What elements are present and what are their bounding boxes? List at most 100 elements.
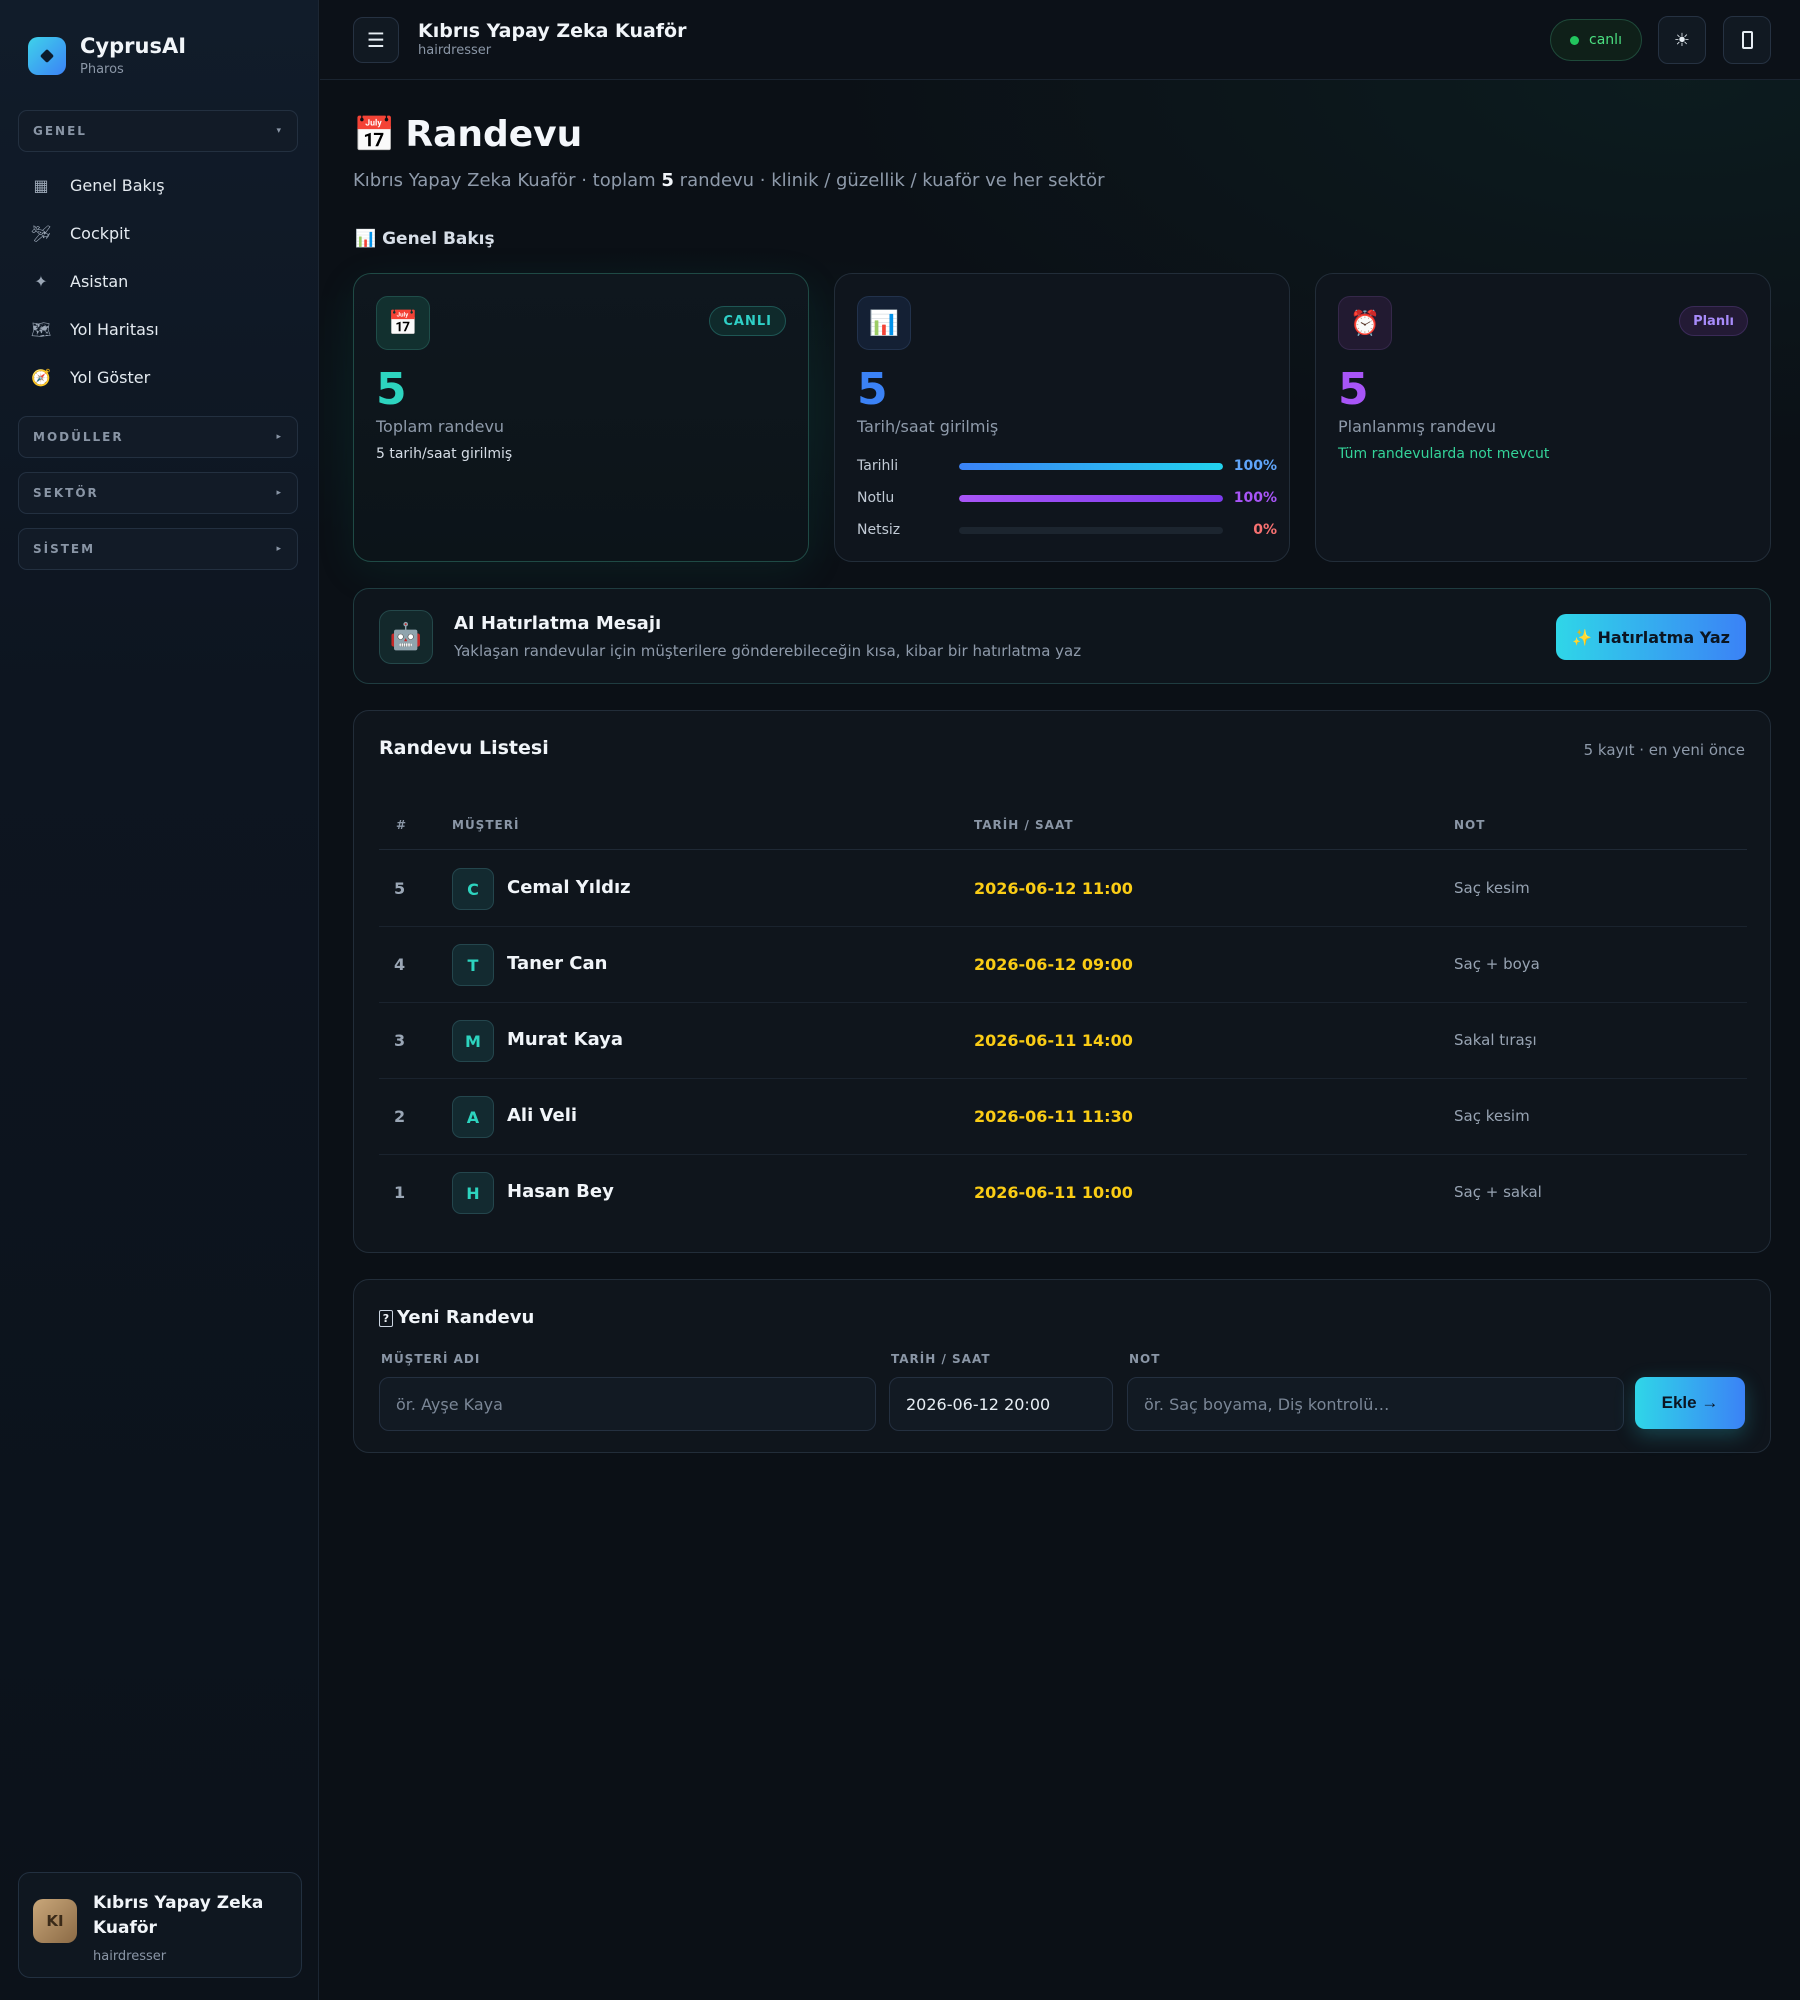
sidebar-item-genel-bakis[interactable]: ▦ Genel Bakış xyxy=(30,161,300,209)
live-status-badge: canlı xyxy=(1550,19,1642,61)
compass-icon: 🧭 xyxy=(31,367,51,387)
note-input[interactable] xyxy=(1127,1377,1624,1431)
customer-name-label: MÜŞTERİ ADI xyxy=(381,1352,481,1366)
table-row[interactable]: 3 M Murat Kaya 2026-06-11 14:00 Sakal tı… xyxy=(379,1003,1747,1079)
table-row[interactable]: 5 C Cemal Yıldız 2026-06-12 11:00 Saç ke… xyxy=(379,851,1747,927)
customer-name: Ali Veli xyxy=(507,1105,578,1126)
grid-icon: ▦ xyxy=(33,175,49,195)
appointment-datetime: 2026-06-11 10:00 xyxy=(974,1183,1133,1202)
stat-card-total: 📅 CANLI 5 Toplam randevu 5 tarih/saat gi… xyxy=(353,273,809,562)
appointment-datetime: 2026-06-11 14:00 xyxy=(974,1031,1133,1050)
question-icon: ? xyxy=(379,1310,393,1327)
progress-percent: 100% xyxy=(1233,458,1277,474)
appointment-datetime: 2026-06-12 09:00 xyxy=(974,955,1133,974)
sidebar-group-sektor[interactable]: SEKTÖR ▸ xyxy=(18,472,298,514)
stat-card-dated: 📊 5 Tarih/saat girilmiş Tarihli 100% Not… xyxy=(834,273,1290,562)
sidebar-item-cockpit[interactable]: 🛩 Cockpit xyxy=(30,209,300,257)
write-reminder-button[interactable]: ✨ Hatırlatma Yaz xyxy=(1556,614,1746,660)
brand-name: CyprusAI xyxy=(80,34,187,58)
sidebar-item-yol-haritasi[interactable]: 🗺 Yol Haritası xyxy=(30,305,300,353)
status-badge: CANLI xyxy=(709,306,786,336)
ai-banner-title: AI Hatırlatma Mesajı xyxy=(454,613,662,634)
sidebar-nav: ▦ Genel Bakış 🛩 Cockpit ✦ Asistan 🗺 Yol … xyxy=(30,161,300,401)
page-subtitle: Kıbrıs Yapay Zeka Kuaför · toplam 5 rand… xyxy=(353,170,1104,191)
form-title: ? Yeni Randevu xyxy=(379,1307,534,1328)
table-row[interactable]: 1 H Hasan Bey 2026-06-11 10:00 Saç + sak… xyxy=(379,1155,1747,1231)
topbar: ☰ Kıbrıs Yapay Zeka Kuaför hairdresser c… xyxy=(320,0,1800,80)
table-row[interactable]: 2 A Ali Veli 2026-06-11 11:30 Saç kesim xyxy=(379,1079,1747,1155)
chevron-down-icon: ▾ xyxy=(276,126,283,136)
sparkle-icon: ✦ xyxy=(34,271,48,291)
ai-banner-description: Yaklaşan randevular için müşterilere gön… xyxy=(454,642,1082,660)
theme-toggle-button[interactable]: ☀ xyxy=(1658,16,1706,64)
sidebar-item-label: Genel Bakış xyxy=(70,175,165,195)
group-label: GENEL xyxy=(33,124,87,138)
avatar: KI xyxy=(33,1899,77,1943)
stat-label: Tarih/saat girilmiş xyxy=(857,417,999,436)
datetime-label: TARİH / SAAT xyxy=(891,1352,991,1366)
column-header-num: # xyxy=(396,818,408,832)
progress-percent: 100% xyxy=(1233,490,1277,506)
customer-avatar: T xyxy=(452,944,494,986)
sidebar-item-label: Yol Haritası xyxy=(70,319,159,339)
alarm-clock-icon: ⏰ xyxy=(1338,296,1392,350)
customer-avatar: A xyxy=(452,1096,494,1138)
table-header: # MÜŞTERİ TARİH / SAAT NOT xyxy=(379,798,1747,850)
datetime-input[interactable] xyxy=(889,1377,1113,1431)
customer-avatar: M xyxy=(452,1020,494,1062)
airplane-icon: 🛩 xyxy=(30,223,52,243)
chevron-right-icon: ▸ xyxy=(276,432,283,442)
topbar-title: Kıbrıs Yapay Zeka Kuaför xyxy=(418,20,687,42)
appointment-note: Saç + boya xyxy=(1454,955,1540,973)
appointment-note: Saç kesim xyxy=(1454,1107,1530,1125)
progress-percent: 0% xyxy=(1253,522,1277,538)
status-dot-icon xyxy=(1570,35,1580,45)
section-label-overview: 📊 Genel Bakış xyxy=(355,229,495,249)
progress-label: Netsiz xyxy=(857,522,901,538)
sidebar-item-yol-goster[interactable]: 🧭 Yol Göster xyxy=(30,353,300,401)
subtitle-suffix: randevu · klinik / güzellik / kuaför ve … xyxy=(673,170,1105,191)
customer-avatar: H xyxy=(452,1172,494,1214)
table-row[interactable]: 4 T Taner Can 2026-06-12 09:00 Saç + boy… xyxy=(379,927,1747,1003)
mobile-view-button[interactable] xyxy=(1723,16,1771,64)
customer-name-input[interactable] xyxy=(379,1377,876,1431)
hamburger-icon: ☰ xyxy=(367,28,385,52)
sidebar: CyprusAI Pharos GENEL ▾ ▦ Genel Bakış 🛩 … xyxy=(0,0,319,2000)
profile-role: hairdresser xyxy=(93,1949,167,1964)
ai-reminder-banner: 🤖 AI Hatırlatma Mesajı Yaklaşan randevul… xyxy=(353,588,1771,684)
sidebar-group-sistem[interactable]: SİSTEM ▸ xyxy=(18,528,298,570)
calendar-icon: 📅 xyxy=(353,114,396,155)
progress-track xyxy=(959,494,1223,502)
row-number: 3 xyxy=(394,1031,406,1050)
stat-note: 5 tarih/saat girilmiş xyxy=(376,446,513,462)
brand[interactable]: CyprusAI Pharos xyxy=(28,34,186,77)
note-label: NOT xyxy=(1129,1352,1161,1366)
sidebar-group-genel[interactable]: GENEL ▾ xyxy=(18,110,298,152)
sidebar-item-asistan[interactable]: ✦ Asistan xyxy=(30,257,300,305)
group-label: SEKTÖR xyxy=(33,486,99,500)
stat-value: 5 xyxy=(376,364,407,415)
map-icon: 🗺 xyxy=(30,319,52,339)
group-label: MODÜLLER xyxy=(33,430,124,444)
mobile-icon xyxy=(1741,31,1753,49)
sidebar-group-moduller[interactable]: MODÜLLER ▸ xyxy=(18,416,298,458)
stat-value: 5 xyxy=(857,364,888,415)
stat-value: 5 xyxy=(1338,364,1369,415)
profile-card[interactable]: KI Kıbrıs Yapay Zeka Kuaför hairdresser xyxy=(18,1872,302,1978)
calendar-icon: 📅 xyxy=(376,296,430,350)
progress-fill xyxy=(959,494,1223,502)
sidebar-item-label: Asistan xyxy=(70,271,129,291)
list-meta: 5 kayıt · en yeni önce xyxy=(1583,741,1745,759)
page-title-text: Randevu xyxy=(405,114,583,155)
chevron-right-icon: ▸ xyxy=(276,544,283,554)
menu-toggle-button[interactable]: ☰ xyxy=(353,17,399,63)
subtitle-prefix: Kıbrıs Yapay Zeka Kuaför · toplam xyxy=(353,170,662,191)
appointment-list: Randevu Listesi 5 kayıt · en yeni önce #… xyxy=(353,710,1771,1253)
progress-label: Tarihli xyxy=(857,458,899,474)
add-appointment-button[interactable]: Ekle → xyxy=(1635,1377,1745,1429)
row-number: 5 xyxy=(394,879,406,898)
sidebar-item-label: Yol Göster xyxy=(70,367,151,387)
bar-chart-icon: 📊 xyxy=(857,296,911,350)
stat-label: Toplam randevu xyxy=(376,417,505,436)
progress-row-netsiz: Netsiz 0% xyxy=(857,520,1277,540)
